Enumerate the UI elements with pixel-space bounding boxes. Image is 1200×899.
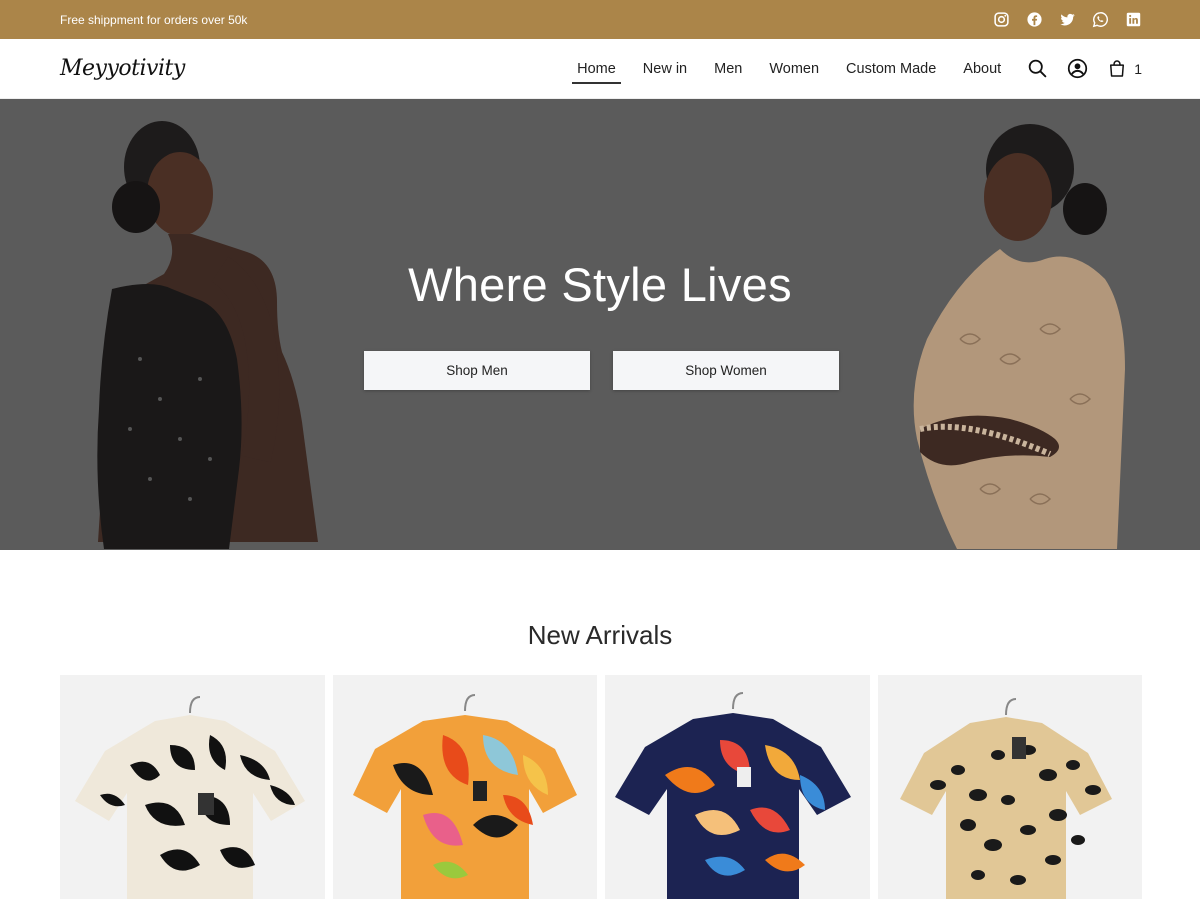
hero-banner: Where Style Lives Shop Men Shop Women [0,99,1200,550]
shop-men-button[interactable]: Shop Men [364,351,590,390]
product-image [899,698,1112,899]
cart-button[interactable]: 1 [1106,58,1142,80]
announcement-bar: Free shippment for orders over 50k [0,0,1200,39]
instagram-icon[interactable] [992,11,1010,29]
cart-icon[interactable] [1106,58,1128,80]
search-icon[interactable] [1026,58,1048,80]
promo-text: Free shippment for orders over 50k [60,12,248,27]
main-nav: Home New in Men Women Custom Made About [555,53,1006,85]
nav-men[interactable]: Men [709,53,747,85]
whatsapp-icon[interactable] [1091,11,1109,29]
product-image [352,694,577,899]
brand-logo[interactable]: Meyyotivity [60,56,185,81]
product-card-leopard-shirt[interactable] [877,675,1142,899]
social-links [992,11,1142,29]
nav-about[interactable]: About [958,53,1006,85]
cart-count: 1 [1134,60,1142,77]
nav-new-in[interactable]: New in [638,53,692,85]
nav-home[interactable]: Home [572,53,621,85]
hero-content: Where Style Lives Shop Men Shop Women [0,99,1200,550]
shop-women-button[interactable]: Shop Women [613,351,839,390]
product-image [615,692,851,899]
product-image [75,696,305,899]
nav-custom-made[interactable]: Custom Made [841,53,941,85]
product-grid [60,675,1142,899]
new-arrivals-heading: New Arrivals [527,620,673,650]
account-icon[interactable] [1066,58,1088,80]
hero-title: Where Style Lives [408,258,792,311]
twitter-icon[interactable] [1058,11,1076,29]
product-card-orange-tropical-shirt[interactable] [332,675,597,899]
site-header: Meyyotivity Home New in Men Women Custom… [0,39,1200,99]
facebook-icon[interactable] [1025,11,1043,29]
header-actions: 1 [1026,58,1142,80]
nav-women[interactable]: Women [764,53,824,85]
product-card-navy-abstract-shirt[interactable] [605,675,870,899]
linkedin-icon[interactable] [1124,11,1142,29]
product-card-black-white-leaf-shirt[interactable] [60,675,325,899]
